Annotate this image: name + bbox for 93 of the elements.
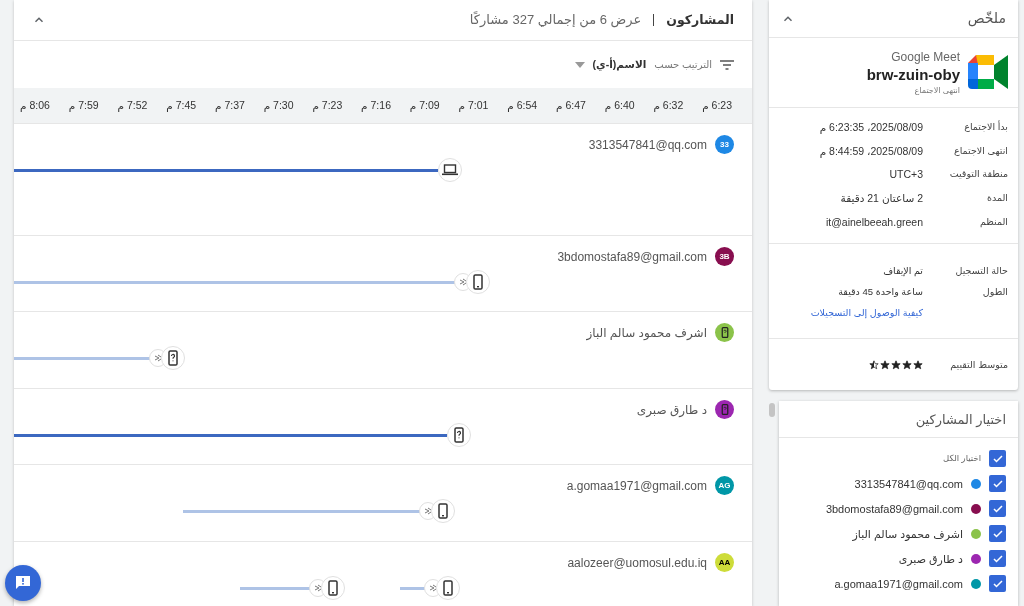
feedback-icon (15, 575, 31, 591)
sort-label: الترتيب حسب (654, 58, 712, 72)
detail-label: المدة (986, 191, 1008, 205)
participant-name: aalozeer@uomosul.edu.iq (567, 554, 707, 572)
time-tick: 8:06 م (20, 97, 50, 114)
time-tick: 6:40 م (604, 97, 635, 114)
detail-value: ساعة واحدة 45 دقيقة (838, 284, 923, 299)
sort-dropdown[interactable]: الاسم(أ-ي) (574, 56, 647, 73)
check-icon (991, 452, 1004, 465)
time-tick: 6:54 م (507, 97, 538, 114)
panel-subtitle: عرض 6 من إجمالي 327 مشاركًا (469, 10, 642, 30)
participant-name: 3313547841@qq.com (588, 136, 707, 154)
detail-value: 2025/08/09، 8:44:59 م (819, 143, 923, 160)
unknown-device-icon (168, 350, 178, 366)
time-tick: 6:32 م (653, 97, 684, 114)
checkbox[interactable] (989, 575, 1006, 593)
time-tick: 7:45 م (166, 97, 197, 114)
participant-option: اشرف محمود سالم الباز (852, 525, 963, 542)
phone-icon (438, 503, 448, 519)
avatar: 3B (715, 247, 734, 266)
time-tick: 7:23 م (312, 97, 343, 114)
phone-icon (328, 580, 338, 596)
time-tick: 7:09 م (409, 97, 440, 114)
avatar: AG (715, 476, 734, 495)
participant-name: a.gomaa1971@gmail.com (566, 477, 707, 495)
detail-value: تم الإيقاف (883, 263, 923, 278)
video-camera-logo-icon (968, 55, 1008, 90)
participant-option: د طارق صبرى (898, 550, 963, 567)
recordings-link[interactable]: كيفية الوصول إلى التسجيلات (810, 306, 923, 321)
detail-value: UTC+3 (889, 167, 923, 183)
detail-label: انتهى الاجتماع (953, 143, 1008, 158)
device-button[interactable] (447, 423, 471, 447)
participant-name: اشرف محمود سالم الباز (586, 324, 707, 342)
time-tick: 7:37 م (214, 97, 245, 114)
meeting-status: انتهى الاجتماع (914, 84, 960, 97)
checkbox[interactable] (989, 450, 1006, 468)
avatar: AA (715, 553, 734, 572)
detail-label: منطقة التوقيت (948, 167, 1008, 182)
detail-label: المنظم (979, 214, 1008, 229)
device-button[interactable] (161, 346, 185, 370)
check-icon (991, 577, 1004, 590)
check-icon (991, 527, 1004, 540)
dropdown-caret-icon (574, 61, 585, 68)
selection-title: اختيار المشاركين (915, 410, 1006, 429)
time-tick: 7:52 م (117, 97, 148, 114)
detail-value: it@ainelbeeah.green (825, 214, 923, 230)
time-tick: 7:16 م (361, 97, 391, 114)
star-icon (902, 359, 912, 370)
checkbox[interactable] (989, 525, 1006, 543)
participant-option: 3bdomostafa89@gmail.com (825, 500, 963, 517)
filter-icon[interactable] (720, 59, 734, 70)
participant-option: 3313547841@qq.com (854, 475, 963, 492)
checkbox[interactable] (989, 475, 1006, 493)
detail-label: حالة التسجيل (954, 263, 1008, 278)
avatar: 33 (715, 135, 734, 154)
checkbox[interactable] (989, 500, 1006, 518)
app-name: Google Meet (891, 49, 960, 66)
participant-name: 3bdomostafa89@gmail.com (557, 248, 707, 266)
detail-label: بدأ الاجتماع (963, 119, 1008, 134)
device-button[interactable] (438, 158, 462, 182)
device-button[interactable] (321, 576, 345, 600)
star-icon (913, 359, 923, 370)
unknown-device-icon (454, 427, 464, 443)
meeting-code: brw-zuin-oby (866, 66, 960, 85)
phone-icon (443, 580, 453, 596)
panel-title: المشاركون (666, 11, 734, 29)
device-button[interactable] (466, 270, 490, 294)
device-button[interactable] (436, 576, 460, 600)
device-button[interactable] (431, 499, 455, 523)
star-icon (891, 359, 901, 370)
star-icon (869, 359, 879, 370)
phone-icon (473, 274, 483, 290)
time-tick: 7:30 م (263, 97, 294, 114)
check-icon (991, 552, 1004, 565)
summary-title: ملخّص (967, 9, 1006, 29)
check-icon (991, 477, 1004, 490)
time-tick: 7:01 م (458, 97, 489, 114)
participant-option: a.gomaa1971@gmail.com (834, 575, 963, 592)
rating-label: متوسط التقييم (949, 357, 1008, 372)
time-tick: 6:47 م (556, 97, 586, 114)
scrollbar-thumb[interactable] (769, 403, 775, 418)
time-tick: 7:59 م (68, 97, 99, 114)
time-tick: 6:23 م (702, 97, 732, 114)
detail-value: 2025/08/09، 6:23:35 م (819, 119, 923, 136)
star-icon (880, 359, 890, 370)
detail-value: 2 ساعتان 21 دقيقة (840, 191, 923, 206)
select-all-label: اختيار الكل (943, 452, 981, 466)
laptop-icon (442, 164, 458, 176)
checkbox[interactable] (989, 550, 1006, 568)
feedback-button[interactable] (5, 565, 41, 601)
check-icon (991, 502, 1004, 515)
participant-name: د طارق صبرى (636, 401, 707, 419)
detail-label: الطول (981, 284, 1008, 299)
